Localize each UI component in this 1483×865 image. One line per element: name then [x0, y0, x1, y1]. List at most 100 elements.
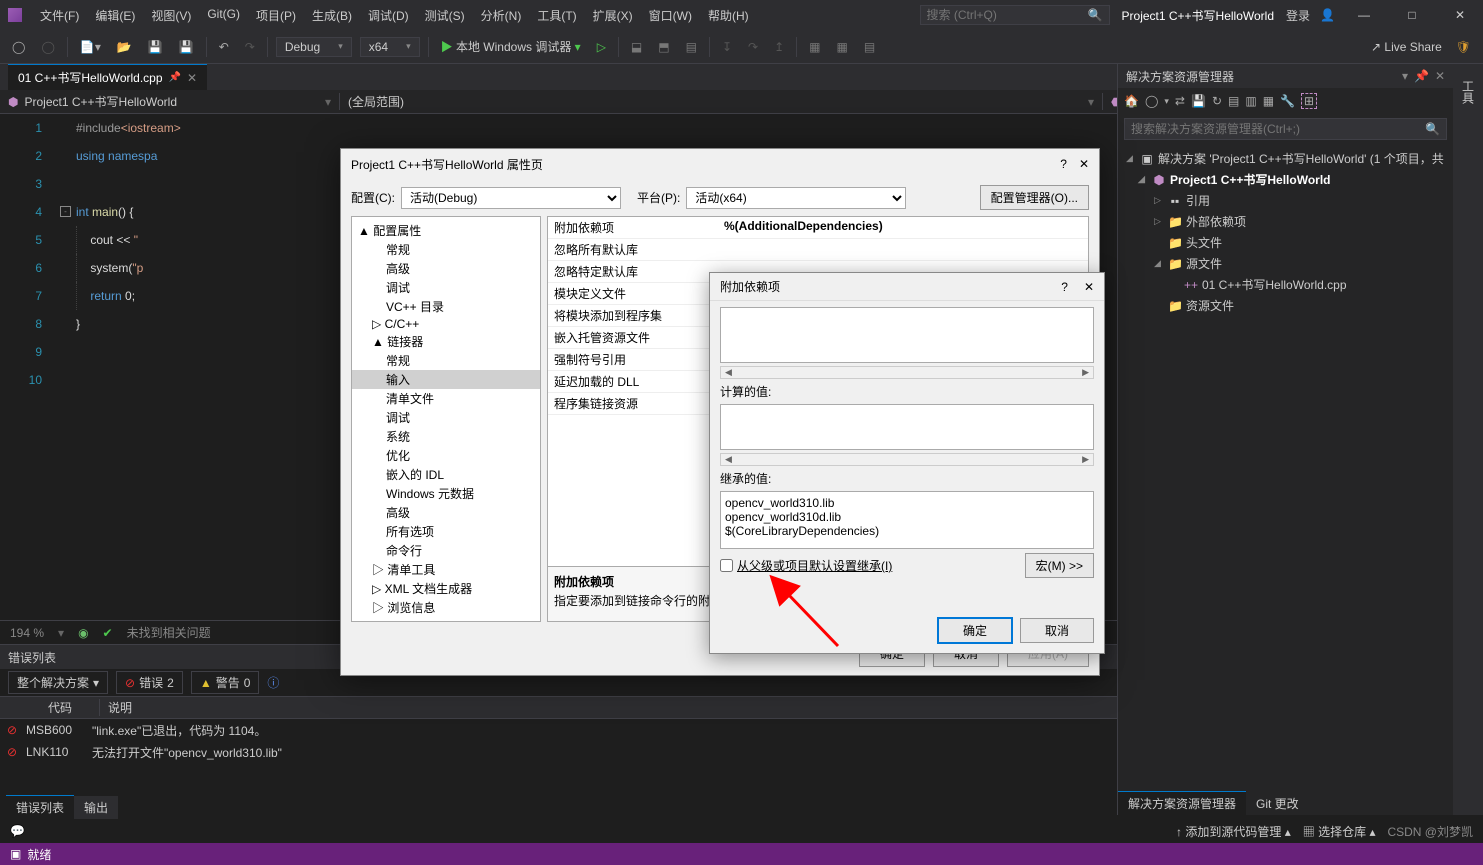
nav-item[interactable]: 所有选项: [352, 522, 540, 541]
show-all-icon[interactable]: ▥: [1245, 94, 1256, 108]
nav-item[interactable]: 命令行: [352, 541, 540, 560]
nav-item[interactable]: 调试: [352, 278, 540, 297]
panel-pin-icon[interactable]: 📌: [1414, 69, 1429, 83]
scope-global[interactable]: (全局范围): [348, 93, 404, 110]
refresh-icon[interactable]: ↻: [1212, 94, 1222, 108]
properties-icon[interactable]: ▦: [1263, 94, 1274, 108]
dep-cancel-button[interactable]: 取消: [1020, 618, 1094, 643]
add-to-source-control[interactable]: ↑ 添加到源代码管理 ▴: [1176, 823, 1291, 840]
minimize-icon[interactable]: ―: [1349, 8, 1379, 22]
tab-close-icon[interactable]: ✕: [187, 71, 197, 85]
run-button[interactable]: ▶ 本地 Windows 调试器 ▾: [437, 36, 585, 57]
menu-debug[interactable]: 调试(D): [362, 3, 415, 28]
run-no-debug-icon[interactable]: ▷: [593, 38, 610, 56]
step-over-icon[interactable]: ↷: [744, 38, 762, 56]
inherit-checkbox-label[interactable]: 从父级或项目默认设置继承(I): [720, 557, 892, 574]
search-icon[interactable]: 🔍: [1088, 8, 1103, 22]
menu-test[interactable]: 测试(S): [419, 3, 471, 28]
nav-item[interactable]: 常规: [352, 351, 540, 370]
panel-menu-icon[interactable]: ▾: [1402, 69, 1408, 83]
toolbar-icon-6[interactable]: ▤: [860, 38, 879, 56]
nav-item[interactable]: ▷ 清单工具: [352, 560, 540, 579]
document-tab[interactable]: 01 C++书写HelloWorld.cpp 📌 ✕: [8, 64, 207, 90]
global-search[interactable]: 🔍: [920, 5, 1110, 25]
nav-item[interactable]: 嵌入的 IDL: [352, 465, 540, 484]
dialog-close-icon[interactable]: ✕: [1079, 157, 1089, 171]
search-icon[interactable]: 🔍: [1425, 122, 1440, 136]
nav-item[interactable]: 高级: [352, 259, 540, 278]
dep-edit-box[interactable]: [720, 307, 1094, 363]
menu-edit[interactable]: 编辑(E): [89, 3, 141, 28]
nav-item[interactable]: 优化: [352, 446, 540, 465]
nav-item[interactable]: ▷ 浏览信息: [352, 598, 540, 617]
global-search-input[interactable]: [927, 8, 1077, 22]
maximize-icon[interactable]: □: [1397, 8, 1427, 22]
property-nav-tree[interactable]: ▲ 配置属性常规高级调试VC++ 目录▷ C/C++▲ 链接器常规输入清单文件调…: [351, 216, 541, 622]
panel-close-icon[interactable]: ✕: [1435, 69, 1445, 83]
step-in-icon[interactable]: ↧: [718, 38, 736, 56]
nav-item[interactable]: VC++ 目录: [352, 297, 540, 316]
platform-select[interactable]: 活动(x64): [686, 187, 906, 209]
dialog-close-icon[interactable]: ✕: [1084, 280, 1094, 294]
toolbar-icon-1[interactable]: ⬓: [627, 38, 646, 56]
close-icon[interactable]: ✕: [1445, 8, 1475, 22]
menu-tools[interactable]: 工具(T): [531, 3, 582, 28]
nav-item[interactable]: 常规: [352, 240, 540, 259]
tab-git-changes[interactable]: Git 更改: [1246, 792, 1309, 815]
login-link[interactable]: 登录: [1286, 7, 1310, 24]
save-icon[interactable]: 💾: [144, 38, 167, 56]
nav-back-icon[interactable]: ◯: [8, 38, 29, 56]
platform-dropdown[interactable]: x64: [360, 37, 420, 57]
property-row[interactable]: 忽略所有默认库: [548, 239, 1088, 261]
undo-icon[interactable]: ↶: [215, 38, 233, 56]
nav-item[interactable]: 清单文件: [352, 389, 540, 408]
zoom-level[interactable]: 194 %: [10, 626, 44, 640]
menu-analyze[interactable]: 分析(N): [475, 3, 528, 28]
menu-git[interactable]: Git(G): [201, 3, 246, 28]
dep-ok-button[interactable]: 确定: [938, 618, 1012, 643]
config-dropdown[interactable]: Debug: [276, 37, 352, 57]
scroll-left-icon[interactable]: ◀: [721, 454, 736, 465]
property-row[interactable]: 附加依赖项%(AdditionalDependencies): [548, 217, 1088, 239]
save-all-icon[interactable]: 💾: [175, 38, 198, 56]
macro-button[interactable]: 宏(M) >>: [1025, 553, 1094, 578]
nav-item[interactable]: 高级: [352, 503, 540, 522]
collapse-icon[interactable]: ▤: [1228, 94, 1239, 108]
inherit-checkbox[interactable]: [720, 559, 733, 572]
menu-file[interactable]: 文件(F): [34, 3, 85, 28]
fold-icon[interactable]: -: [60, 206, 71, 217]
toolbar-icon-5[interactable]: ▦: [832, 38, 851, 56]
back-icon[interactable]: ◯: [1145, 94, 1158, 108]
user-icon[interactable]: 👤: [1320, 8, 1335, 22]
warn-filter[interactable]: ▲ 警告 0: [191, 671, 260, 694]
sync-icon[interactable]: ⇄: [1175, 94, 1185, 108]
redo-icon[interactable]: ↷: [241, 38, 259, 56]
toolbox-tab[interactable]: 工具: [1458, 72, 1479, 112]
menu-window[interactable]: 窗口(W): [643, 3, 698, 28]
tab-output[interactable]: 输出: [74, 796, 118, 819]
scroll-left-icon[interactable]: ◀: [721, 367, 736, 378]
menu-help[interactable]: 帮助(H): [702, 3, 755, 28]
scroll-right-icon[interactable]: ▶: [1078, 454, 1093, 465]
nav-item[interactable]: 系统: [352, 427, 540, 446]
config-select[interactable]: 活动(Debug): [401, 187, 621, 209]
menu-build[interactable]: 生成(B): [306, 3, 358, 28]
scope-filter[interactable]: 整个解决方案 ▾: [8, 671, 108, 694]
nav-item[interactable]: ▲ 链接器: [352, 332, 540, 351]
nav-item[interactable]: ▲ 配置属性: [352, 221, 540, 240]
nav-item[interactable]: ▷ XML 文档生成器: [352, 579, 540, 598]
nav-fwd-icon[interactable]: ◯: [37, 38, 58, 56]
solexp-search-input[interactable]: [1131, 122, 1425, 136]
new-file-icon[interactable]: 📄▾: [76, 38, 105, 56]
toolbar-icon-3[interactable]: ▤: [682, 38, 701, 56]
config-manager-button[interactable]: 配置管理器(O)...: [980, 185, 1089, 210]
solution-tree[interactable]: ◢▣解决方案 'Project1 C++书写HelloWorld' (1 个项目…: [1118, 144, 1453, 793]
open-icon[interactable]: 📂: [113, 38, 136, 56]
tab-solexp[interactable]: 解决方案资源管理器: [1118, 791, 1246, 815]
toolbar-icon-2[interactable]: ⬒: [654, 38, 673, 56]
scroll-right-icon[interactable]: ▶: [1078, 367, 1093, 378]
filter-icon[interactable]: ⊞: [1301, 93, 1317, 109]
nav-item[interactable]: 输入: [352, 370, 540, 389]
help-icon[interactable]: ?: [1060, 157, 1067, 171]
menu-extensions[interactable]: 扩展(X): [587, 3, 639, 28]
